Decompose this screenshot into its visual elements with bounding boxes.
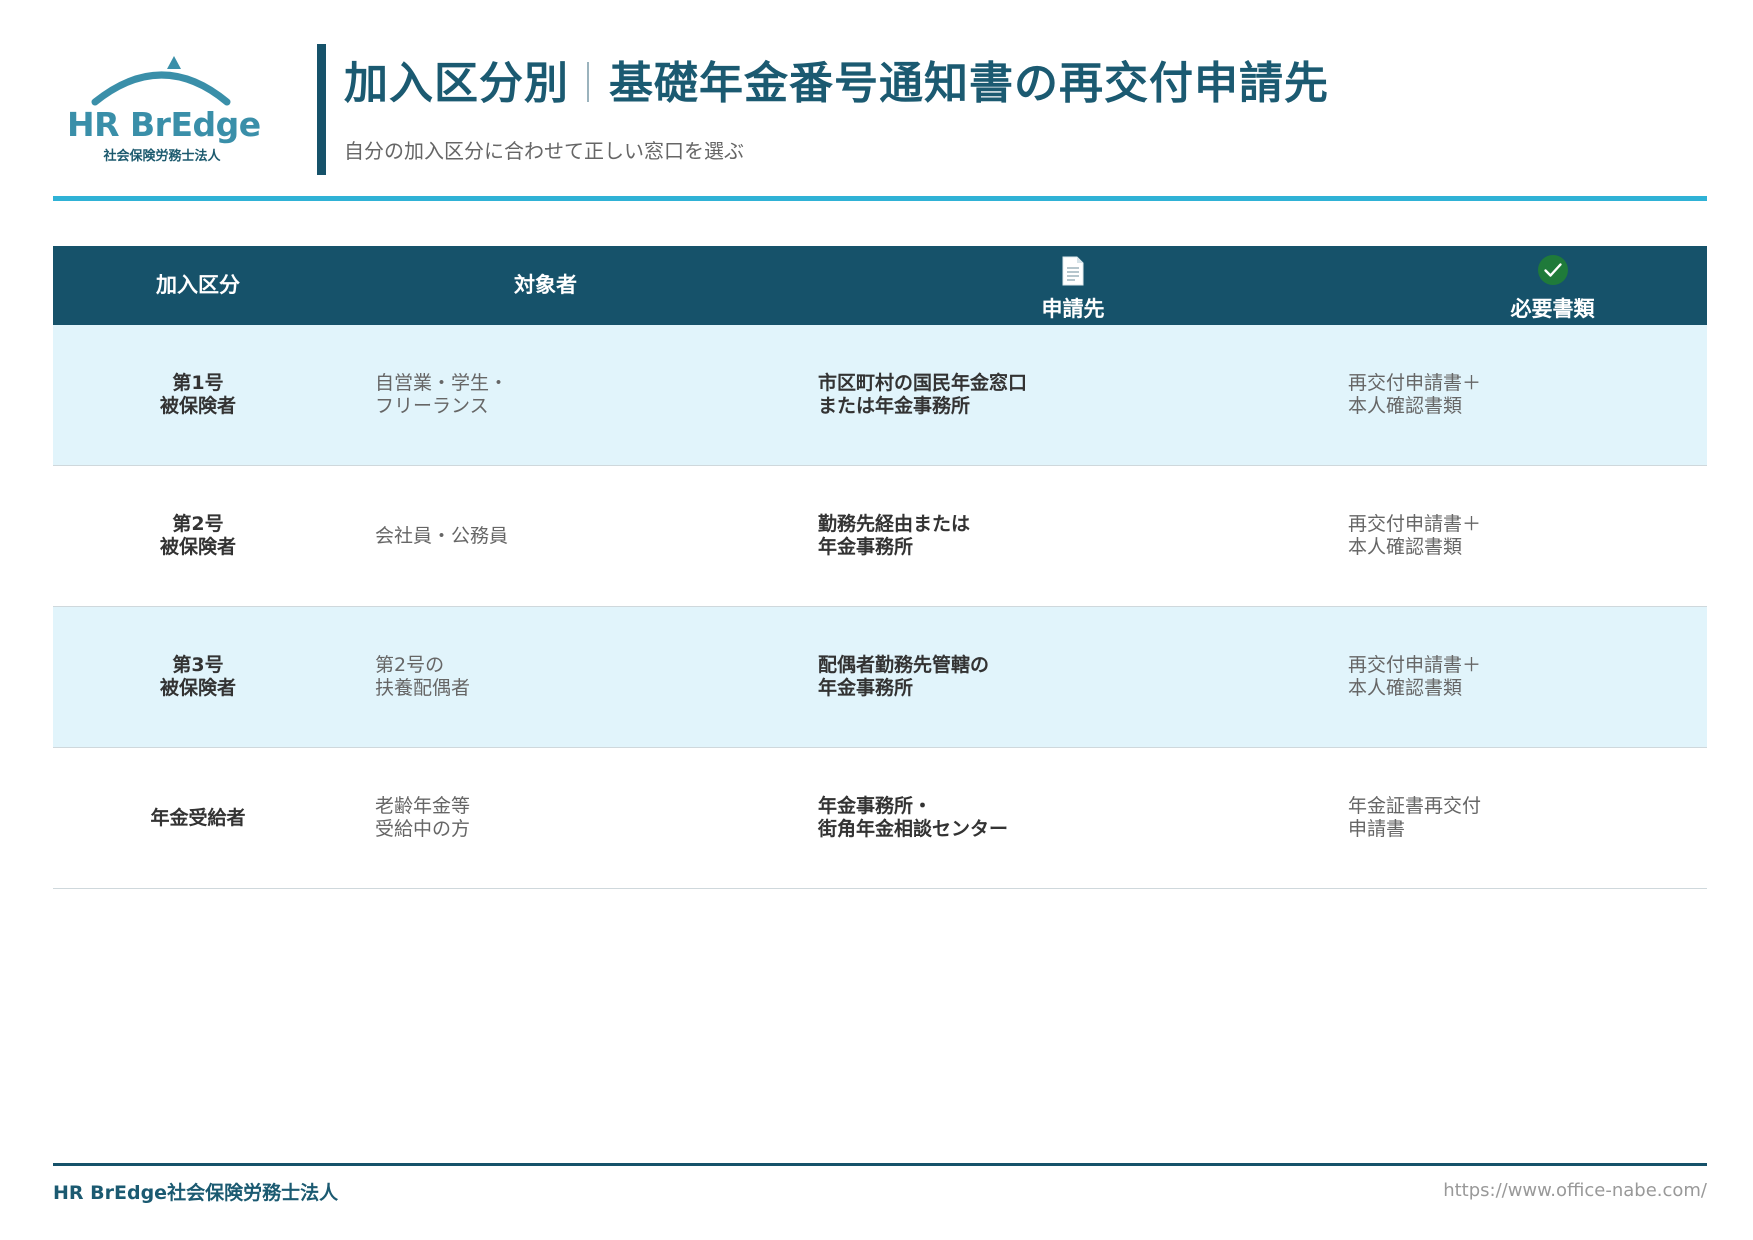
page-subtitle: 自分の加入区分に合わせて正しい窓口を選ぶ [344,139,744,163]
documents-cell: 再交付申請書＋ 本人確認書類 [1348,607,1707,747]
title-accent-bar [317,44,326,175]
documents-line: 再交付申請書＋ [1348,654,1482,676]
category-line: 第1号 [172,372,224,394]
title-separator [587,62,589,102]
category-line: 第2号 [172,513,224,535]
table-row: 年金受給者 老齢年金等 受給中の方 年金事務所・ 街角年金相談センター 年金証書再交… [53,748,1707,889]
target-line: 自営業・学生・ [375,372,509,394]
destination-line: 年金事務所・ [818,795,933,817]
destination-cell: 年金事務所・ 街角年金相談センター [748,748,1398,888]
destination-line: 勤務先経由または [818,513,971,535]
documents-line: 本人確認書類 [1348,677,1463,699]
footer-company-name: HR BrEdge社会保険労務士法人 [53,1182,339,1204]
documents-line: 再交付申請書＋ [1348,513,1482,535]
check-circle-icon [1537,254,1569,291]
documents-cell: 年金証書再交付 申請書 [1348,748,1707,888]
target-line: 第2号の [375,654,445,676]
destination-cell: 勤務先経由または 年金事務所 [748,466,1398,606]
destination-line: または年金事務所 [818,395,971,417]
application-table: 加入区分 対象者 申請先 必要書類 第1号 被保険者 自営業・学生・ フリーラン… [53,246,1707,889]
title-right: 基礎年金番号通知書の再交付申請先 [609,58,1329,109]
target-cell: 第2号の 扶養配偶者 [343,607,748,747]
category-cell: 第1号 被保険者 [53,325,343,465]
target-cell: 老齢年金等 受給中の方 [343,748,748,888]
documents-line: 年金証書再交付 [1348,795,1482,817]
destination-line: 年金事務所 [818,677,914,699]
target-cell: 会社員・公務員 [343,466,748,606]
category-line: 被保険者 [159,677,236,699]
category-cell: 第2号 被保険者 [53,466,343,606]
documents-line: 本人確認書類 [1348,395,1463,417]
page-title: 加入区分別 基礎年金番号通知書の再交付申請先 [344,56,1329,112]
documents-line: 申請書 [1348,818,1406,840]
destination-line: 年金事務所 [818,536,914,558]
target-line: 扶養配偶者 [375,677,471,699]
documents-line: 本人確認書類 [1348,536,1463,558]
header-category: 加入区分 [156,273,240,297]
destination-line: 市区町村の国民年金窓口 [818,372,1028,394]
destination-line: 配偶者勤務先管轄の [818,654,990,676]
category-line: 被保険者 [159,536,236,558]
header-target: 対象者 [514,273,577,297]
category-cell: 年金受給者 [53,748,343,888]
category-line: 第3号 [172,654,224,676]
footer-url[interactable]: https://www.office-nabe.com/ [1443,1180,1707,1201]
documents-line: 再交付申請書＋ [1348,372,1482,394]
table-row: 第3号 被保険者 第2号の 扶養配偶者 配偶者勤務先管轄の 年金事務所 再交付申請書＋… [53,607,1707,748]
documents-cell: 再交付申請書＋ 本人確認書類 [1348,466,1707,606]
header-documents: 必要書類 [1398,246,1707,325]
target-line: フリーランス [375,395,489,417]
destination-cell: 配偶者勤務先管轄の 年金事務所 [748,607,1398,747]
header-divider [53,196,1707,201]
logo-subtitle: 社会保険労務士法人 [103,149,221,164]
destination-line: 街角年金相談センター [818,818,1009,840]
logo-name: HR BrEdge [67,105,261,144]
destination-cell: 市区町村の国民年金窓口 または年金事務所 [748,325,1398,465]
header-destination-label: 申請先 [1041,297,1105,321]
header-documents-label: 必要書類 [1510,297,1595,321]
category-line: 年金受給者 [150,806,246,829]
table-row: 第2号 被保険者 会社員・公務員 勤務先経由または 年金事務所 再交付申請書＋ 本人確… [53,466,1707,607]
target-line: 受給中の方 [375,818,471,840]
page-header: HR BrEdge 社会保険労務士法人 加入区分別 基礎年金番号通知書の再交付申請… [53,40,1707,198]
category-line: 被保険者 [159,395,236,417]
document-icon [1062,256,1084,291]
footer-divider [53,1163,1707,1166]
company-logo: HR BrEdge 社会保険労務士法人 [67,50,261,165]
documents-cell: 再交付申請書＋ 本人確認書類 [1348,325,1707,465]
header-destination: 申請先 [748,246,1398,325]
target-cell: 自営業・学生・ フリーランス [343,325,748,465]
target-line: 老齢年金等 [375,795,471,817]
table-header: 加入区分 対象者 申請先 必要書類 [53,246,1707,325]
target-line: 会社員・公務員 [375,524,509,547]
table-row: 第1号 被保険者 自営業・学生・ フリーランス 市区町村の国民年金窓口 または年金事務… [53,325,1707,466]
category-cell: 第3号 被保険者 [53,607,343,747]
title-left: 加入区分別 [344,58,569,109]
